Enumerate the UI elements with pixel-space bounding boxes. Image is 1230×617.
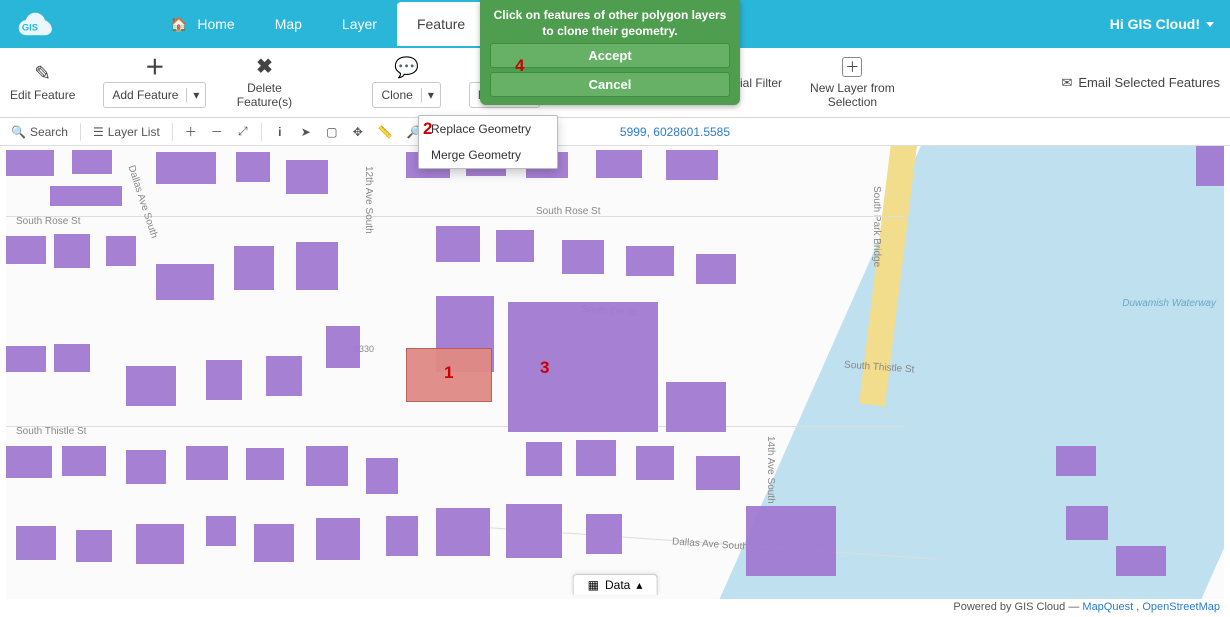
accept-label: Accept [588,48,631,63]
bridge-label: South Park Bridge [871,186,882,267]
chevron-down-icon[interactable]: ▾ [186,88,205,102]
replace-geometry-item[interactable]: Replace Geometry [419,116,557,142]
clone-group: 💬 Clone ▾ [372,58,440,108]
nav-home[interactable]: 🏠 Home [150,2,255,47]
zoom-out-button[interactable]: － [206,121,228,143]
user-menu[interactable]: Hi GIS Cloud! [1110,16,1220,32]
add-feature-group: ＋ Add Feature ▾ [103,58,206,108]
close-icon: ✖ [256,57,273,77]
info-icon: i [278,125,281,139]
mapquest-link[interactable]: MapQuest [1082,601,1133,613]
delete-features-button[interactable]: ✖ Delete Feature(s) [234,57,294,109]
data-label: Data [605,578,630,592]
chevron-down-icon [1206,22,1214,27]
full-extent-button[interactable]: ⤢ [232,121,254,143]
svg-text:GIS: GIS [22,22,38,32]
home-icon: 🏠 [170,16,187,32]
app-logo[interactable]: GIS [10,7,60,41]
minus-icon: － [211,123,223,140]
nav-map[interactable]: Map [255,2,322,46]
select-box-button[interactable]: ▢ [321,121,343,143]
search-button[interactable]: 🔍 Search [6,121,73,143]
new-layer-button[interactable]: ＋ New Layer from Selection [810,57,895,109]
attribution: Powered by GIS Cloud — MapQuest , OpenSt… [953,601,1220,613]
water-label: Duwamish Waterway [1122,298,1216,309]
plus-icon: ＋ [145,58,165,78]
cancel-button[interactable]: Cancel [490,72,730,97]
road-label: Dallas Ave South [126,164,160,240]
coord-readout: 5999, 6028601.5585 [620,125,730,139]
search-icon: 🔍 [11,125,26,139]
map-canvas[interactable]: Duwamish Waterway South Park Bridge Dall… [6,146,1224,599]
search-label: Search [30,125,68,139]
accept-button[interactable]: Accept [490,43,730,68]
clone-hint: Click on features of other polygon layer… [490,8,730,39]
ruler-icon: 📏 [378,125,393,139]
home-extent-icon: ⤢ [238,124,248,139]
pointer-icon: ➤ [301,125,311,139]
pencil-icon: ✎ [34,64,51,84]
add-feature-button[interactable]: Add Feature ▾ [103,82,206,108]
add-feature-label: Add Feature [104,88,186,102]
pan-button[interactable]: ✥ [347,121,369,143]
merge-geometry-item[interactable]: Merge Geometry [419,142,557,168]
clone-icon: 💬 [394,58,419,78]
road-label: South Rose St [16,216,80,227]
measure-button[interactable]: 📏 [373,121,398,143]
email-selected-button[interactable]: ✉ Email Selected Features [1061,75,1220,91]
edit-feature-label: Edit Feature [10,88,75,102]
plus-square-icon: ＋ [842,57,862,77]
merge-dropdown: Replace Geometry Merge Geometry [418,115,558,169]
mail-icon: ✉ [1061,75,1072,91]
layer-list-button[interactable]: ☰ Layer List [88,121,165,143]
info-button[interactable]: i [269,121,291,143]
road-label: Dallas Ave South [672,536,749,552]
edit-feature-button[interactable]: ✎ Edit Feature [10,64,75,102]
select-box-icon: ▢ [326,125,337,139]
chevron-up-icon: ▴ [636,578,642,592]
road-label: South Thistle St [16,426,86,437]
list-icon: ☰ [93,125,104,139]
selected-feature[interactable] [406,348,492,402]
clone-label: Clone [373,88,420,102]
road-label: South Rose St [536,206,600,217]
data-panel-toggle[interactable]: ▦ Data ▴ [573,574,658,595]
map-toolstrip: 🔍 Search ☰ Layer List ＋ － ⤢ i ➤ ▢ ✥ 📏 🔎 … [0,118,1230,146]
plus-icon: ＋ [185,123,197,140]
delete-features-label: Delete Feature(s) [237,81,292,109]
nav-feature[interactable]: Feature [397,2,485,46]
clone-banner: Click on features of other polygon layer… [480,0,740,105]
chevron-down-icon[interactable]: ▾ [421,88,440,102]
road-label: 12th Ave South [363,166,374,234]
clone-button[interactable]: Clone ▾ [372,82,440,108]
move-icon: ✥ [353,125,363,139]
grid-icon: ▦ [588,578,599,592]
nav-layer[interactable]: Layer [322,2,397,46]
zoom-in-button[interactable]: ＋ [180,121,202,143]
layer-list-label: Layer List [108,125,160,139]
new-layer-label: New Layer from Selection [810,81,895,109]
pointer-button[interactable]: ➤ [295,121,317,143]
nav-home-label: Home [197,16,234,32]
road-label: 14th Ave South [765,436,776,504]
osm-link[interactable]: OpenStreetMap [1142,601,1220,613]
greeting-text: Hi GIS Cloud! [1110,16,1200,32]
email-selected-label: Email Selected Features [1078,75,1220,90]
powered-by: Powered by GIS Cloud — [953,601,1082,613]
